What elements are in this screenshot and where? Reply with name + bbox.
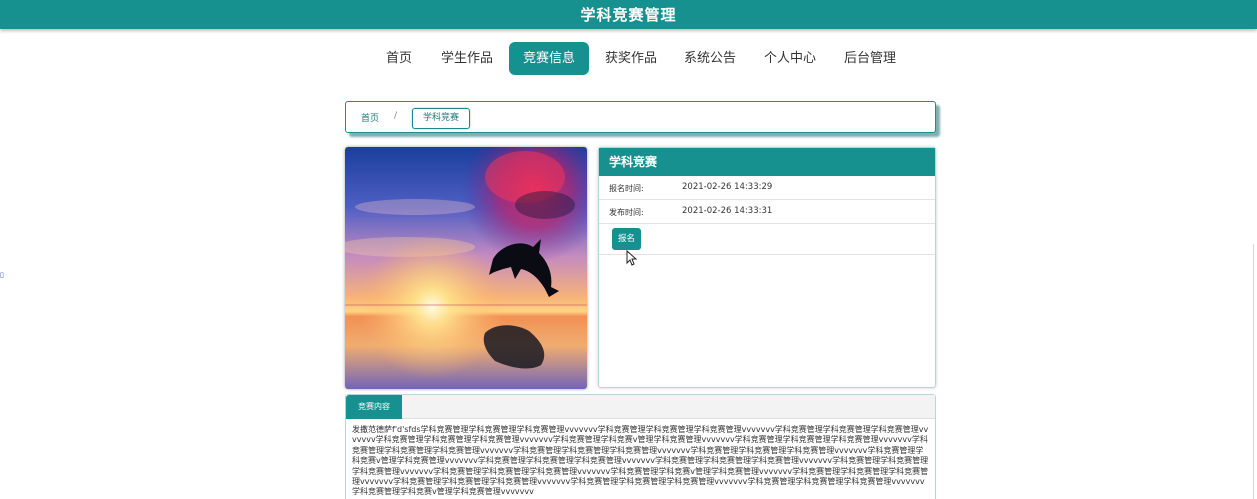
breadcrumb-home-link[interactable]: 首页 <box>361 111 379 124</box>
signup-button[interactable]: 报名 <box>612 228 641 250</box>
signup-time-value: 2021-02-26 14:33:29 <box>682 182 773 192</box>
competition-content-panel: 竞赛内容 发撒范德萨f'd'sfds学科竞赛管理学科竞赛管理学科竞赛管理vvvv… <box>345 394 936 499</box>
publish-time-row: 发布时间: 2021-02-26 14:33:31 <box>599 200 935 224</box>
nav-item-personal-center[interactable]: 个人中心 <box>759 42 821 75</box>
content-tabbar: 竞赛内容 <box>346 395 935 419</box>
mouse-cursor-icon <box>626 250 637 266</box>
nav-item-announcements[interactable]: 系统公告 <box>679 42 741 75</box>
nav-item-award-works[interactable]: 获奖作品 <box>600 42 662 75</box>
main-nav: 首页 学生作品 竞赛信息 获奖作品 系统公告 个人中心 后台管理 <box>0 42 1257 76</box>
nav-item-admin[interactable]: 后台管理 <box>839 42 901 75</box>
competition-detail-card: 学科竞赛 报名时间: 2021-02-26 14:33:29 发布时间: 202… <box>598 147 936 388</box>
dolphin-sunset-image <box>345 147 587 389</box>
signup-time-row: 报名时间: 2021-02-26 14:33:29 <box>599 176 935 200</box>
competition-content-text: 发撒范德萨f'd'sfds学科竞赛管理学科竞赛管理学科竞赛管理vvvvvvv学科… <box>352 425 929 497</box>
site-title: 学科竞赛管理 <box>580 6 677 24</box>
tab-competition-content[interactable]: 竞赛内容 <box>346 395 402 419</box>
nav-item-student-works[interactable]: 学生作品 <box>436 42 498 75</box>
breadcrumb-separator: / <box>394 111 398 121</box>
nav-item-home[interactable]: 首页 <box>375 42 423 75</box>
signup-time-label: 报名时间: <box>609 184 644 193</box>
scrollbar-track[interactable] <box>1253 244 1254 499</box>
detail-title: 学科竞赛 <box>599 148 935 176</box>
edge-marker-icon: ▯ <box>0 271 4 279</box>
action-row: 报名 <box>599 224 935 255</box>
breadcrumb-current: 学科竞赛 <box>412 108 470 129</box>
publish-time-label: 发布时间: <box>609 208 644 217</box>
site-header: 学科竞赛管理 <box>0 0 1257 29</box>
competition-image <box>345 147 587 389</box>
nav-item-competition-info[interactable]: 竞赛信息 <box>509 42 589 75</box>
breadcrumb: 首页 / 学科竞赛 <box>345 101 936 133</box>
publish-time-value: 2021-02-26 14:33:31 <box>682 206 773 216</box>
